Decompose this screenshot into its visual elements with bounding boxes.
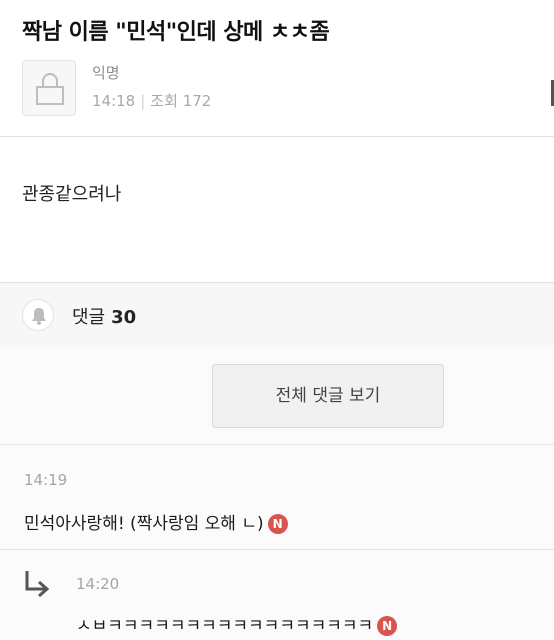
post-body: 관종같으려나 bbox=[22, 184, 122, 205]
views-count: 172 bbox=[182, 92, 212, 110]
comment-body: 민석아사랑해! (짝사랑임 오해 ㄴ) bbox=[24, 514, 264, 534]
comments-count-label: 댓글 30 bbox=[72, 303, 136, 329]
divider bbox=[0, 549, 554, 550]
comment-text: 민석아사랑해! (짝사랑임 오해 ㄴ) N bbox=[24, 509, 288, 534]
comment-text: ㅅㅂㅋㅋㅋㅋㅋㅋㅋㅋㅋㅋㅋㅋㅋㅋㅋㅋㅋ N bbox=[76, 611, 398, 636]
comments-count: 30 bbox=[111, 307, 137, 328]
comments-header: 댓글 30 bbox=[0, 282, 554, 348]
avatar bbox=[22, 60, 76, 116]
divider bbox=[0, 444, 554, 445]
post-meta: 14:18 | 조회 172 bbox=[92, 90, 211, 111]
post-title: 짝남 이름 "민석"인데 상메 ㅊㅊ좀 bbox=[22, 20, 330, 45]
post-time: 14:18 bbox=[92, 92, 136, 110]
new-badge: N bbox=[377, 616, 398, 636]
meta-separator: | bbox=[140, 92, 146, 110]
reply-arrow-icon bbox=[22, 567, 52, 605]
new-badge: N bbox=[267, 514, 288, 534]
comment-time: 14:19 bbox=[24, 471, 68, 489]
view-all-comments-button[interactable]: 전체 댓글 보기 bbox=[212, 364, 444, 428]
comment-time: 14:20 bbox=[76, 575, 120, 593]
comment-body: ㅅㅂㅋㅋㅋㅋㅋㅋㅋㅋㅋㅋㅋㅋㅋㅋㅋㅋㅋ bbox=[76, 616, 374, 636]
divider bbox=[0, 136, 554, 137]
comments-area: 전체 댓글 보기 14:19 민석아사랑해! (짝사랑임 오해 ㄴ) N 14:2… bbox=[0, 347, 554, 640]
notification-bell-button[interactable] bbox=[22, 299, 54, 331]
comments-label: 댓글 bbox=[72, 307, 106, 328]
views-label: 조회 bbox=[150, 92, 178, 110]
author-name: 익명 bbox=[92, 64, 120, 82]
